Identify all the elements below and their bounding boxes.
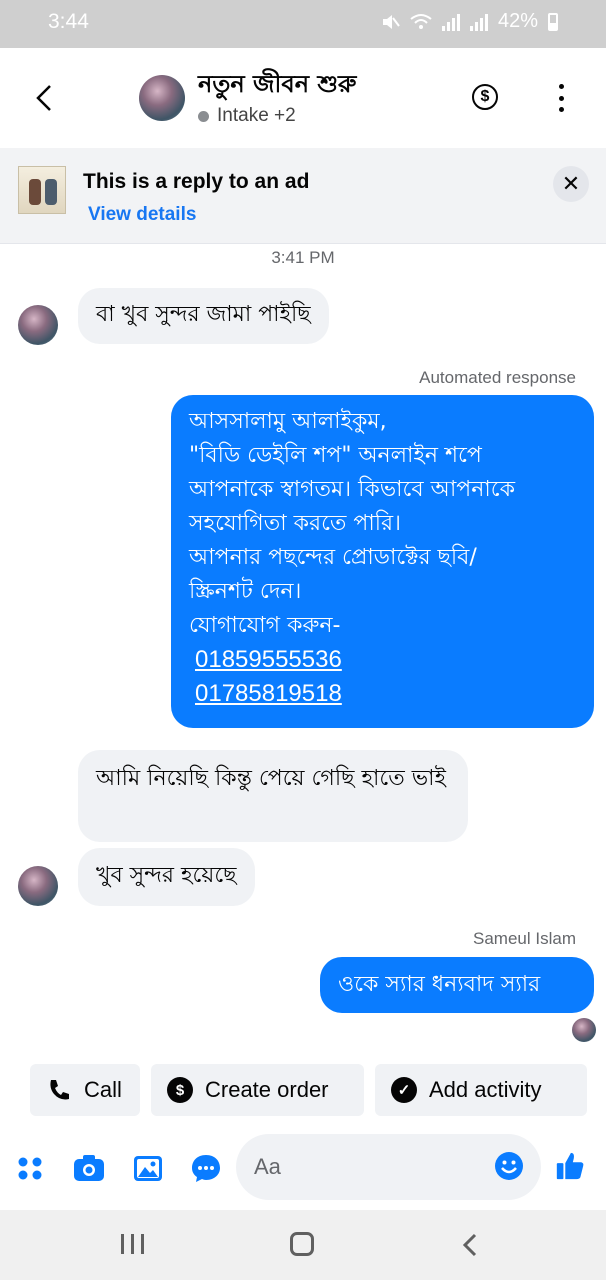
- sender-name-label: Sameul Islam: [473, 929, 576, 948]
- message-input-placeholder: Aa: [254, 1154, 281, 1179]
- contact-avatar[interactable]: [139, 75, 185, 121]
- home-icon[interactable]: [290, 1232, 314, 1256]
- automated-response-label: Automated response: [419, 368, 576, 387]
- message-line: সহযোগিতা করতে পারি।: [189, 511, 401, 536]
- phone-icon: [46, 1077, 72, 1103]
- battery-icon: [548, 12, 558, 31]
- message-line: যোগাযোগ করুন-: [189, 613, 341, 638]
- recent-apps-icon[interactable]: [121, 1234, 144, 1254]
- back-icon[interactable]: [30, 80, 60, 116]
- view-details-link[interactable]: View details: [88, 204, 196, 226]
- apps-grid-icon[interactable]: [14, 1152, 48, 1184]
- add-activity-label: Add activity: [429, 1077, 542, 1102]
- message-bubble-outgoing[interactable]: আসসালামু আলাইকুম, "বিডি ডেইলি শপ" অনলাইন…: [171, 395, 594, 728]
- status-icons: 42%: [380, 10, 558, 33]
- contact-label: Intake +2: [217, 105, 296, 126]
- add-activity-button[interactable]: ✓ Add activity: [375, 1064, 587, 1116]
- status-bar: 3:44 42%: [0, 0, 606, 48]
- status-dot-icon: [198, 110, 209, 122]
- ad-reply-banner: This is a reply to an ad View details: [0, 148, 606, 244]
- like-icon[interactable]: [553, 1150, 587, 1182]
- message-line: "বিডি ডেইলি শপ" অনলাইন শপে: [189, 443, 482, 468]
- contact-name[interactable]: নতুন জীবন শুরু: [198, 66, 356, 106]
- phone-link[interactable]: 01859555536: [189, 643, 576, 677]
- sender-avatar[interactable]: [18, 305, 58, 345]
- message-bubble-incoming[interactable]: খুব সুন্দর হয়েছে: [78, 848, 255, 906]
- wifi-icon: [410, 13, 432, 29]
- battery-percent: 42%: [497, 10, 538, 32]
- signal-icon: [441, 13, 460, 31]
- ad-banner-title: This is a reply to an ad: [83, 170, 310, 193]
- message-timestamp: 3:41 PM: [271, 248, 335, 267]
- message-bubble-outgoing[interactable]: ওকে স্যার ধন্যবাদ স্যার: [320, 957, 594, 1013]
- sender-avatar[interactable]: [18, 866, 58, 906]
- message-bubble-incoming[interactable]: বা খুব সুন্দর জামা পাইছি: [78, 288, 329, 344]
- gallery-icon[interactable]: [131, 1152, 165, 1184]
- chat-header: নতুন জীবন শুরু Intake +2 $: [0, 48, 606, 148]
- message-line: আসসালামু আলাইকুম,: [189, 409, 387, 434]
- ad-thumbnail[interactable]: [18, 166, 66, 214]
- call-label: Call: [84, 1077, 122, 1102]
- camera-icon[interactable]: [72, 1152, 106, 1184]
- dollar-icon: $: [167, 1077, 193, 1103]
- more-options-icon[interactable]: [551, 84, 571, 112]
- call-button[interactable]: Call: [30, 1064, 140, 1116]
- mute-icon: [382, 14, 400, 29]
- emoji-icon[interactable]: [494, 1151, 524, 1181]
- payment-icon[interactable]: $: [472, 84, 498, 110]
- signal-icon-2: [469, 13, 488, 31]
- chat-bubble-icon[interactable]: [189, 1152, 223, 1184]
- close-icon[interactable]: ✕: [553, 166, 589, 202]
- quick-actions: Call $ Create order ✓ Add activity: [0, 1064, 606, 1118]
- message-line: স্ক্রিনশট দেন।: [189, 579, 302, 604]
- message-line: আপনার পছন্দের প্রোডাক্টের ছবি/: [189, 545, 477, 570]
- contact-subtitle: Intake +2: [198, 105, 296, 127]
- create-order-label: Create order: [205, 1077, 329, 1102]
- status-time: 3:44: [48, 10, 89, 33]
- nav-back-icon[interactable]: [460, 1232, 480, 1258]
- seen-avatar: [572, 1018, 596, 1042]
- phone-link[interactable]: 01785819518: [189, 677, 576, 711]
- check-icon: ✓: [391, 1077, 417, 1103]
- create-order-button[interactable]: $ Create order: [151, 1064, 364, 1116]
- message-bubble-incoming[interactable]: আমি নিয়েছি কিন্তু পেয়ে গেছি হাতে ভাই: [78, 750, 468, 842]
- message-line: আপনাকে স্বাগতম। কিভাবে আপনাকে: [189, 477, 515, 502]
- system-nav-bar: [0, 1210, 606, 1280]
